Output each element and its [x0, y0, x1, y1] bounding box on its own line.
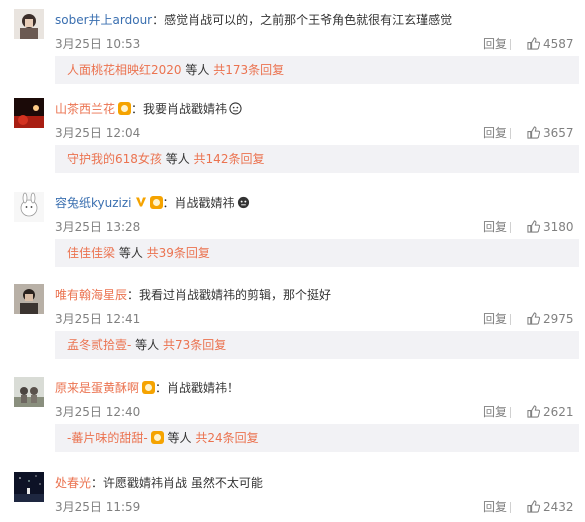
comment-text: 我要肖战戳婧祎	[143, 102, 228, 116]
sub-reply-mid: 等人	[163, 431, 196, 445]
like-button[interactable]: 2432	[527, 500, 574, 514]
sub-reply-mid: 等人	[161, 152, 194, 166]
comment-time: 3月25日 12:40	[55, 405, 141, 419]
reply-button[interactable]: 回复	[483, 37, 507, 51]
reply-button[interactable]: 回复	[483, 405, 507, 419]
member-badge-icon	[118, 102, 132, 115]
like-count: 2621	[543, 405, 574, 419]
comment-line: 处春光：许愿戳婧祎肖战 虽然不太可能	[55, 475, 263, 491]
comment-line: 唯有翰海星辰：我看过肖战戳婧祎的剪辑，那个挺好	[55, 287, 331, 303]
sub-reply-count[interactable]: 共173条回复	[213, 63, 284, 77]
comment-time: 3月25日 10:53	[55, 37, 141, 51]
like-count: 3180	[543, 220, 574, 234]
sub-replies-box[interactable]: 人面桃花相映红2020 等人 共173条回复	[55, 56, 579, 84]
thumbs-up-icon	[527, 405, 541, 418]
comment-text: 肖战戳婧祎	[174, 196, 235, 210]
separator: ：	[91, 476, 104, 490]
like-count: 2975	[543, 312, 574, 326]
avatar[interactable]	[14, 98, 44, 128]
avatar[interactable]	[14, 377, 44, 407]
sub-reply-user[interactable]: -蕃片味的甜甜-	[67, 431, 148, 445]
avatar[interactable]	[14, 284, 44, 314]
sub-replies-box[interactable]: 守护我的618女孩 等人 共142条回复	[55, 145, 579, 173]
separator: ：	[155, 381, 168, 395]
reply-button[interactable]: 回复	[483, 312, 507, 326]
comment-text: 肖战戳婧祎！	[167, 381, 240, 395]
comment-line: 山茶西兰花 ：我要肖战戳婧祎	[55, 101, 242, 117]
divider	[510, 407, 511, 418]
comment-line: sober井上ardour：感觉肖战可以的，之前那个王爷角色就很有江玄瑾感觉	[55, 12, 452, 28]
sub-reply-user[interactable]: 佳佳佳梁	[67, 246, 115, 260]
sub-reply-mid: 等人	[115, 246, 147, 260]
thumbs-up-icon	[527, 126, 541, 139]
sub-reply-count[interactable]: 共73条回复	[163, 338, 226, 352]
sub-reply-mid: 等人	[131, 338, 163, 352]
sub-replies-box[interactable]: 佳佳佳梁 等人 共39条回复	[55, 239, 579, 267]
member-badge-icon	[149, 196, 163, 209]
comment-text: 许愿戳婧祎肖战 虽然不太可能	[103, 476, 263, 490]
reply-button[interactable]: 回复	[483, 220, 507, 234]
comment-list: sober井上ardour：感觉肖战可以的，之前那个王爷角色就很有江玄瑾感觉 3…	[0, 0, 585, 522]
comment-username[interactable]: 容兔纸kyuzizi	[55, 196, 132, 210]
divider	[510, 128, 511, 139]
divider	[510, 314, 511, 325]
reply-button[interactable]: 回复	[483, 500, 507, 514]
avatar[interactable]	[14, 192, 44, 222]
comment-time: 3月25日 12:41	[55, 312, 141, 326]
comment-username[interactable]: 处春光	[55, 476, 91, 490]
divider	[510, 502, 511, 513]
comment-line: 原来是蛋黄酥啊 ：肖战戳婧祎！	[55, 380, 239, 396]
sub-reply-user[interactable]: 孟冬贰拾壹-	[67, 338, 131, 352]
like-button[interactable]: 3657	[527, 126, 574, 140]
comment-username[interactable]: sober井上ardour	[55, 13, 152, 27]
separator: ：	[127, 288, 140, 302]
sub-reply-count[interactable]: 共39条回复	[147, 246, 210, 260]
comment-time: 3月25日 13:28	[55, 220, 141, 234]
sub-reply-mid: 等人	[181, 63, 214, 77]
sub-reply-count[interactable]: 共142条回复	[194, 152, 265, 166]
comment-username[interactable]: 原来是蛋黄酥啊	[55, 381, 139, 395]
sub-reply-user[interactable]: 人面桃花相映红2020	[67, 63, 182, 77]
thumbs-up-icon	[527, 37, 541, 50]
sub-reply-count[interactable]: 共24条回复	[195, 431, 258, 445]
comment-line: 容兔纸kyuzizi ：肖战戳婧祎	[55, 195, 250, 211]
comment-username[interactable]: 山茶西兰花	[55, 102, 115, 116]
comment-text: 感觉肖战可以的，之前那个王爷角色就很有江玄瑾感觉	[164, 13, 453, 27]
member-badge-icon	[150, 431, 164, 444]
sub-replies-box[interactable]: 孟冬贰拾壹- 等人 共73条回复	[55, 331, 579, 359]
thumbs-up-icon	[527, 220, 541, 233]
like-count: 3657	[543, 126, 574, 140]
separator: ：	[131, 102, 144, 116]
member-badge-icon	[142, 381, 156, 394]
comment-text: 我看过肖战戳婧祎的剪辑，那个挺好	[139, 288, 332, 302]
separator: ：	[162, 196, 175, 210]
like-button[interactable]: 2621	[527, 405, 574, 419]
emoji-icon	[229, 102, 242, 115]
comment-time: 3月25日 12:04	[55, 126, 141, 140]
like-count: 4587	[543, 37, 574, 51]
avatar[interactable]	[14, 9, 44, 39]
reply-button[interactable]: 回复	[483, 126, 507, 140]
sub-replies-box[interactable]: -蕃片味的甜甜- 等人 共24条回复	[55, 424, 579, 452]
like-button[interactable]: 4587	[527, 37, 574, 51]
vip-v-icon	[135, 197, 146, 207]
like-count: 2432	[543, 500, 574, 514]
divider	[510, 39, 511, 50]
comment-time: 3月25日 11:59	[55, 500, 141, 514]
thumbs-up-icon	[527, 500, 541, 513]
separator: ：	[152, 13, 165, 27]
thumbs-up-icon	[527, 312, 541, 325]
divider	[510, 222, 511, 233]
emoji-icon	[237, 196, 249, 209]
avatar[interactable]	[14, 472, 44, 502]
comment-username[interactable]: 唯有翰海星辰	[55, 288, 127, 302]
like-button[interactable]: 3180	[527, 220, 574, 234]
like-button[interactable]: 2975	[527, 312, 574, 326]
sub-reply-user[interactable]: 守护我的618女孩	[67, 152, 162, 166]
